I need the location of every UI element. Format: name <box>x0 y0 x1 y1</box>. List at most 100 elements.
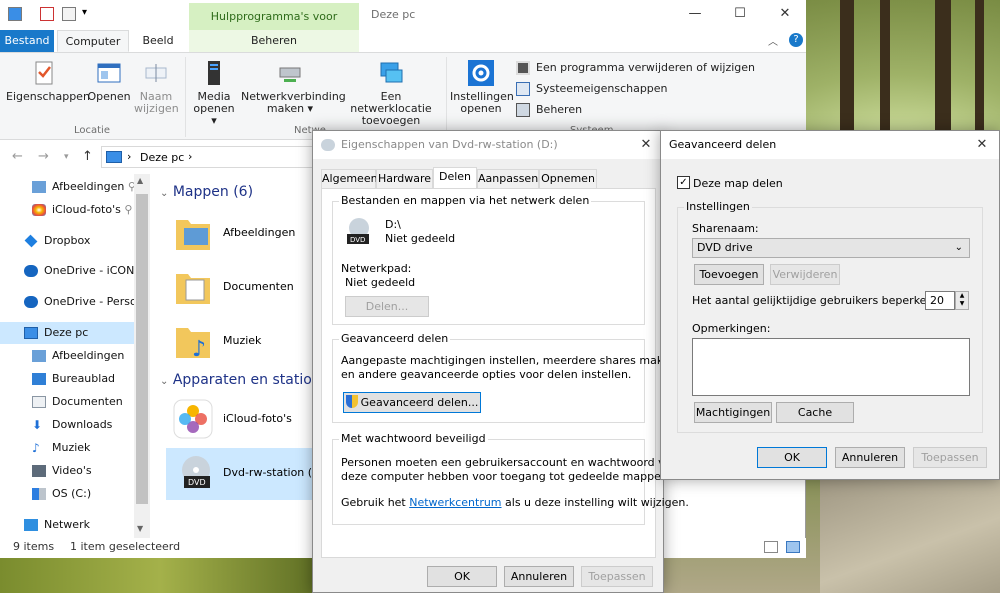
user-limit-input[interactable]: 20 <box>925 291 955 310</box>
netwerkverbinding-maken-button[interactable]: Netwerkverbinding maken ▾ <box>241 59 346 115</box>
nav-item-videos[interactable]: Video's <box>0 460 134 482</box>
apply-button[interactable]: Toepassen <box>913 447 987 468</box>
nav-item-os-c[interactable]: OS (C:) <box>0 483 134 505</box>
drive-letter: D:\ <box>385 218 401 231</box>
dialog-title: Geavanceerd delen <box>669 138 777 151</box>
nav-item-netwerk[interactable]: Netwerk <box>0 514 134 536</box>
dvd-drive-icon: DVD <box>182 456 210 488</box>
netwerklocatie-toevoegen-button[interactable]: Een netwerklocatie toevoegen <box>341 59 441 127</box>
up-arrow-icon[interactable]: ↑ <box>82 149 93 164</box>
advanced-share-button[interactable]: Geavanceerd delen... <box>343 392 481 413</box>
programma-verwijderen-button[interactable]: Een programma verwijderen of wijzigen <box>516 59 755 77</box>
tab-bestand[interactable]: Bestand <box>0 30 54 52</box>
documents-icon <box>32 396 46 408</box>
onedrive-cloud-icon <box>24 296 38 308</box>
details-view-icon[interactable] <box>764 541 778 553</box>
tab-beheren[interactable]: Beheren <box>189 30 359 52</box>
cache-button[interactable]: Cache <box>776 402 854 423</box>
section-header-apparaten[interactable]: ⌄ Apparaten en stations <box>160 372 328 388</box>
scroll-up-icon[interactable]: ▲ <box>137 176 143 185</box>
properties-icon[interactable] <box>40 7 54 21</box>
ok-button[interactable]: OK <box>757 447 827 468</box>
instellingen-openen-button[interactable]: Instellingen openen <box>450 59 514 115</box>
user-limit-label: Het aantal gelijktijdige gebruikers bepe… <box>692 294 956 307</box>
tab-beeld[interactable]: Beeld <box>134 30 182 52</box>
tab-aanpassen[interactable]: Aanpassen <box>477 169 539 189</box>
close-icon[interactable]: ✕ <box>770 4 800 24</box>
share-groupbox: Bestanden en mappen via het netwerk dele… <box>332 194 645 325</box>
breadcrumb-chevron-icon: › <box>127 150 132 163</box>
breadcrumb-chevron-icon[interactable]: › <box>188 150 192 163</box>
tab-algemeen[interactable]: Algemeen <box>321 169 378 189</box>
eigenschappen-button[interactable]: Eigenschappen <box>6 59 90 103</box>
tab-computer[interactable]: Computer <box>57 30 129 52</box>
sharename-select[interactable]: DVD drive ⌄ <box>692 238 970 258</box>
back-arrow-icon[interactable]: ← <box>12 149 23 164</box>
share-button[interactable]: Delen... <box>345 296 429 317</box>
new-folder-icon[interactable] <box>62 7 76 21</box>
nav-item-afbeeldingen[interactable]: Afbeeldingen <box>0 345 134 367</box>
large-icons-view-icon[interactable] <box>786 541 800 553</box>
apply-button[interactable]: Toepassen <box>581 566 653 587</box>
user-limit-stepper[interactable]: ▲ ▼ <box>955 291 969 310</box>
qat-dropdown-icon[interactable]: ▾ <box>82 7 87 18</box>
computer-icon <box>24 327 38 339</box>
help-icon[interactable]: ? <box>789 33 803 47</box>
address-input[interactable]: › Deze pc › <box>101 146 316 168</box>
scrollbar-thumb[interactable] <box>136 194 148 504</box>
openen-button[interactable]: Openen <box>86 59 132 103</box>
device-dvd-rw-station[interactable]: DVD Dvd-rw-station (D <box>166 448 321 500</box>
nav-item-bureaublad[interactable]: Bureaublad <box>0 368 134 390</box>
systeemeigenschappen-button[interactable]: Systeemeigenschappen <box>516 80 668 98</box>
forest-path <box>820 470 1000 593</box>
close-icon[interactable]: ✕ <box>635 135 657 155</box>
system-properties-icon <box>516 82 530 96</box>
title-bar: ▾ Hulpprogramma's voor stations Deze pc … <box>0 0 806 50</box>
password-description: deze computer hebben voor toegang tot ge… <box>341 470 672 483</box>
pictures-folder-icon <box>176 220 210 250</box>
permissions-button[interactable]: Machtigingen <box>694 402 772 423</box>
media-server-icon <box>208 61 220 85</box>
forward-arrow-icon[interactable]: → <box>38 149 49 164</box>
collapse-ribbon-icon[interactable]: ︿ <box>768 33 778 48</box>
tab-hardware[interactable]: Hardware <box>376 169 433 189</box>
recent-dropdown-icon[interactable]: ▾ <box>64 152 69 162</box>
nav-scrollbar[interactable]: ▲ ▼ <box>134 174 150 538</box>
maximize-icon[interactable]: ☐ <box>725 4 755 24</box>
cancel-button[interactable]: Annuleren <box>835 447 905 468</box>
properties-checklist-icon <box>35 61 53 85</box>
media-openen-button[interactable]: Media openen ▾ <box>190 59 238 127</box>
computer-icon[interactable] <box>8 7 22 21</box>
nav-item-onedrive-personal[interactable]: OneDrive - Persor <box>0 291 134 313</box>
add-share-button[interactable]: Toevoegen <box>694 264 764 285</box>
close-icon[interactable]: ✕ <box>971 135 993 155</box>
advanced-group-title: Geavanceerd delen <box>339 332 451 345</box>
tab-delen[interactable]: Delen <box>433 167 477 189</box>
nav-item-onedrive-icon[interactable]: OneDrive - iCON I <box>0 260 134 282</box>
minimize-icon[interactable]: — <box>680 4 710 24</box>
section-header-mappen[interactable]: ⌄ Mappen (6) <box>160 184 253 200</box>
nav-item-deze-pc[interactable]: Deze pc <box>0 322 134 344</box>
naam-wijzigen-button[interactable]: Naam wijzigen <box>134 59 179 115</box>
comments-textarea[interactable] <box>692 338 970 396</box>
nav-item-downloads[interactable]: ⬇ Downloads <box>0 414 134 436</box>
nav-item-afbeeldingen-pinned[interactable]: Afbeeldingen ⚲ <box>0 176 134 198</box>
uac-shield-icon <box>345 395 358 408</box>
nav-item-icloud-fotos[interactable]: iCloud-foto's ⚲ <box>0 199 134 221</box>
beheren-button[interactable]: Beheren <box>516 101 582 119</box>
cancel-button[interactable]: Annuleren <box>504 566 574 587</box>
nav-item-documenten[interactable]: Documenten <box>0 391 134 413</box>
nav-item-muziek[interactable]: ♪ Muziek <box>0 437 134 459</box>
breadcrumb[interactable]: Deze pc <box>140 151 184 164</box>
share-folder-checkbox[interactable]: ✓ <box>677 176 690 189</box>
dialog-title: Eigenschappen van Dvd-rw-station (D:) <box>341 138 558 151</box>
ok-button[interactable]: OK <box>427 566 497 587</box>
remove-share-button[interactable]: Verwijderen <box>770 264 840 285</box>
scroll-down-icon[interactable]: ▼ <box>137 524 143 533</box>
svg-text:DVD: DVD <box>188 478 206 487</box>
computer-management-icon <box>516 103 530 117</box>
nav-item-dropbox[interactable]: Dropbox <box>0 230 134 252</box>
settings-groupbox: Instellingen Sharenaam: DVD drive ⌄ Toevo… <box>677 200 983 433</box>
tab-opnemen[interactable]: Opnemen <box>539 169 597 189</box>
netwerkcentrum-link[interactable]: Netwerkcentrum <box>409 496 501 509</box>
